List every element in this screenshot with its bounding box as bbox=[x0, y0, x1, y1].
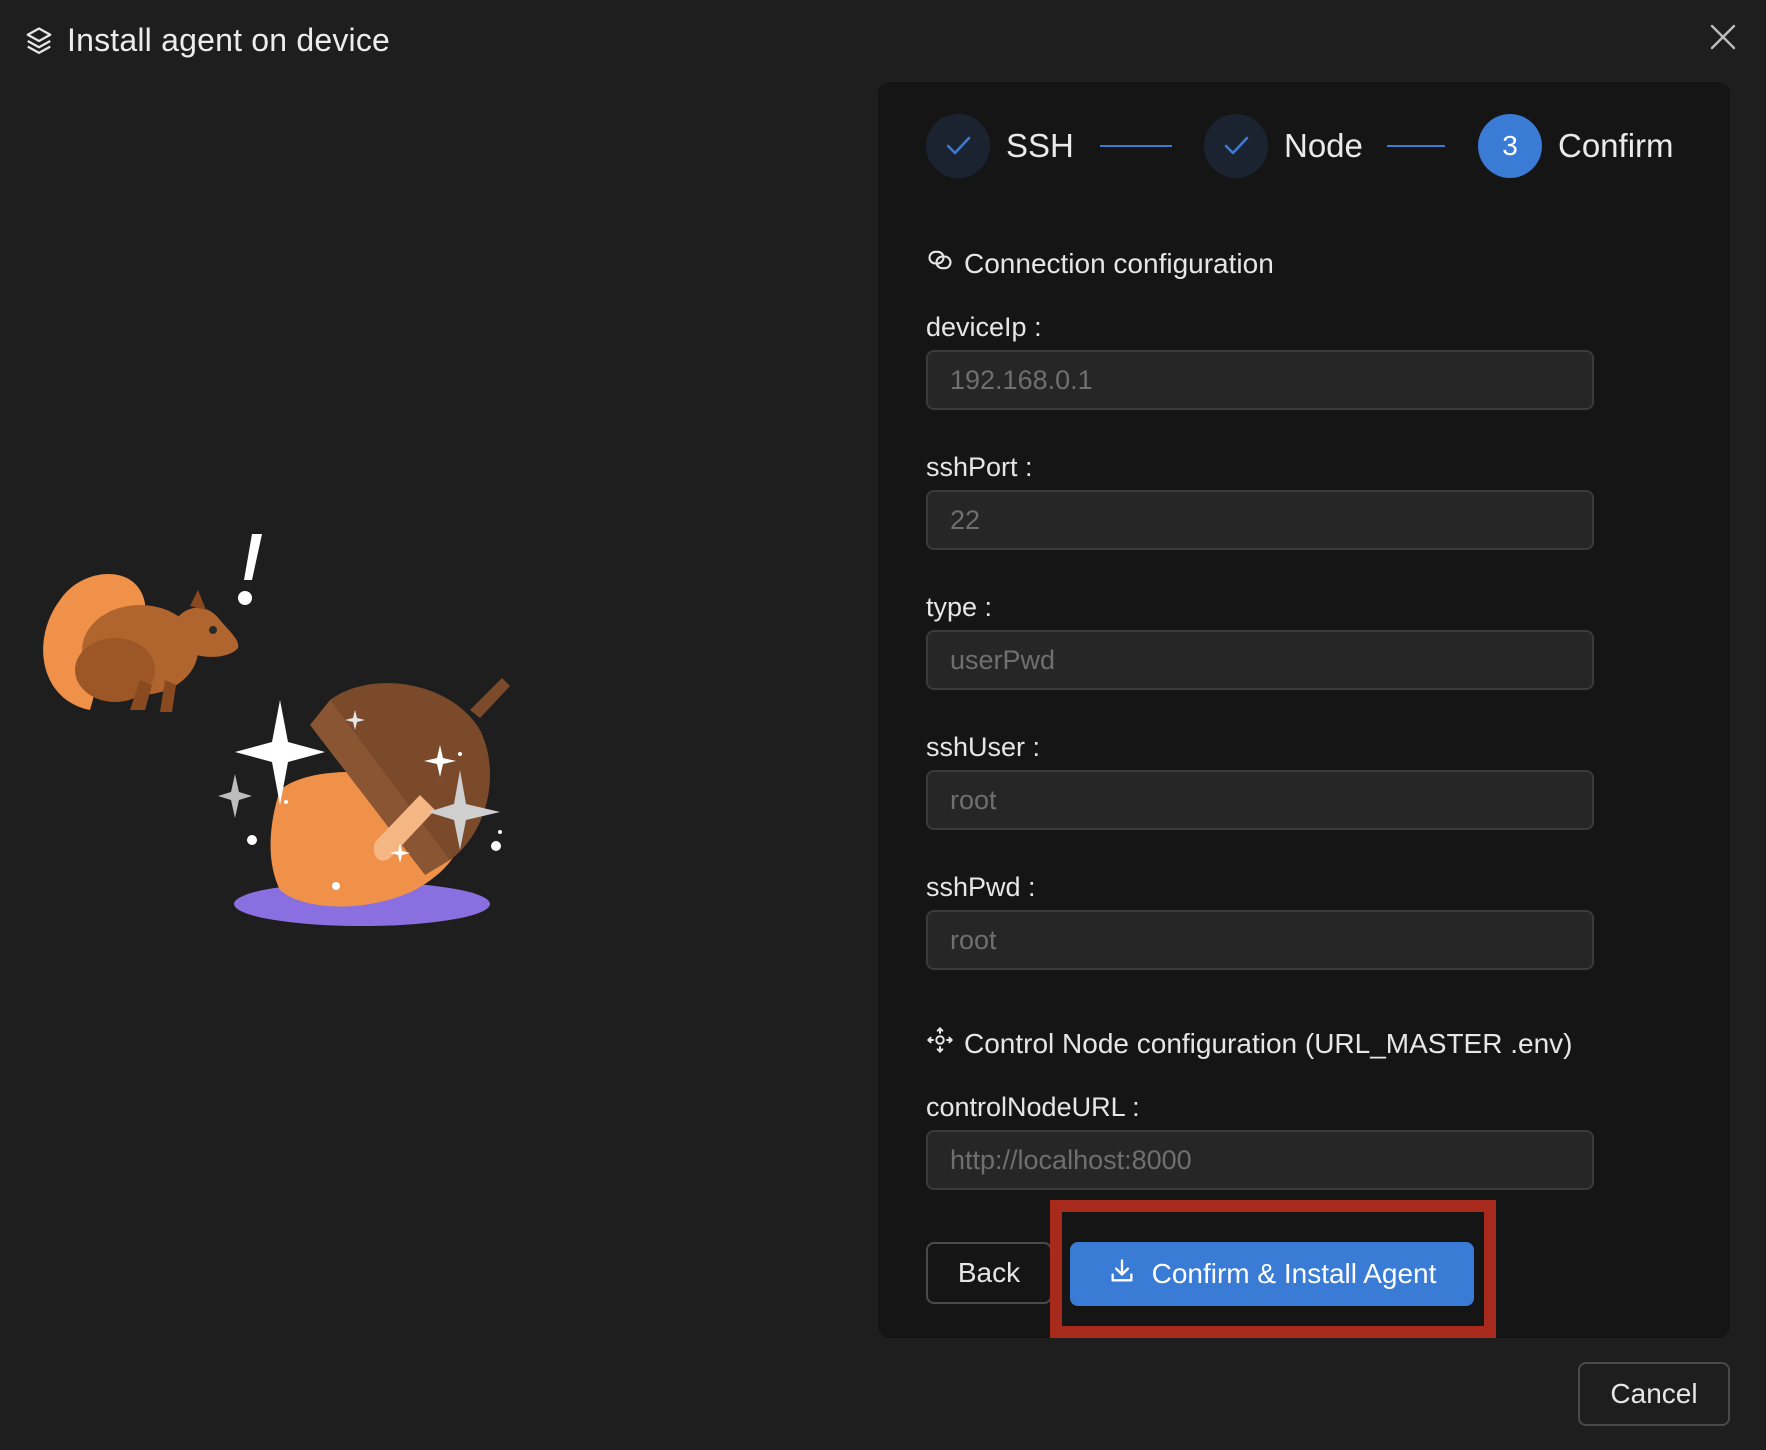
step-confirm: 3 Confirm bbox=[1478, 114, 1674, 178]
cancel-button[interactable]: Cancel bbox=[1578, 1362, 1730, 1426]
squirrel-acorn-illustration bbox=[30, 520, 550, 1000]
back-button-label: Back bbox=[957, 1257, 1021, 1288]
dialog-title: Install agent on device bbox=[67, 22, 391, 58]
sshport-label: sshPort : bbox=[926, 452, 1033, 482]
control-node-section-title: Control Node configuration (URL_MASTER .… bbox=[926, 1026, 1572, 1061]
sshpwd-label: sshPwd : bbox=[926, 872, 1036, 902]
confirm-install-button[interactable]: Confirm & Install Agent bbox=[1070, 1242, 1474, 1306]
step-connector bbox=[1387, 145, 1445, 147]
type-label: type : bbox=[926, 592, 993, 622]
cancel-button-label: Cancel bbox=[1610, 1378, 1698, 1409]
section-title-text: Control Node configuration (URL_MASTER .… bbox=[964, 1027, 1573, 1059]
step-node-check-icon bbox=[1204, 114, 1268, 178]
step-label: SSH bbox=[1006, 127, 1074, 164]
controlnodeurl-input[interactable] bbox=[926, 1130, 1594, 1190]
node-icon bbox=[926, 1026, 964, 1061]
deviceip-label: deviceIp : bbox=[926, 312, 1042, 342]
step-connector bbox=[1100, 145, 1172, 147]
download-icon bbox=[1108, 1257, 1152, 1292]
install-form-panel: SSH Node 3 Confirm Connection configurat… bbox=[878, 82, 1730, 1338]
step-ssh-check-icon bbox=[926, 114, 990, 178]
controlnodeurl-label: controlNodeURL : bbox=[926, 1092, 1140, 1122]
step-number: 3 bbox=[1478, 114, 1542, 178]
dialog-header: Install agent on device bbox=[0, 0, 1766, 90]
back-button[interactable]: Back bbox=[926, 1242, 1052, 1304]
sshuser-input[interactable] bbox=[926, 770, 1594, 830]
close-icon[interactable] bbox=[1702, 16, 1744, 58]
deviceip-input[interactable] bbox=[926, 350, 1594, 410]
sshuser-label: sshUser : bbox=[926, 732, 1041, 762]
step-label: Node bbox=[1284, 127, 1363, 164]
package-icon bbox=[24, 26, 54, 56]
connection-section-title: Connection configuration bbox=[926, 246, 1274, 281]
confirm-button-label: Confirm & Install Agent bbox=[1151, 1258, 1437, 1289]
sshport-input[interactable] bbox=[926, 490, 1594, 550]
sshpwd-input[interactable] bbox=[926, 910, 1594, 970]
step-ssh: SSH bbox=[926, 114, 1074, 178]
link-icon bbox=[926, 246, 964, 281]
section-title-text: Connection configuration bbox=[964, 247, 1274, 279]
step-label: Confirm bbox=[1558, 127, 1674, 164]
type-input[interactable] bbox=[926, 630, 1594, 690]
step-node: Node bbox=[1204, 114, 1363, 178]
